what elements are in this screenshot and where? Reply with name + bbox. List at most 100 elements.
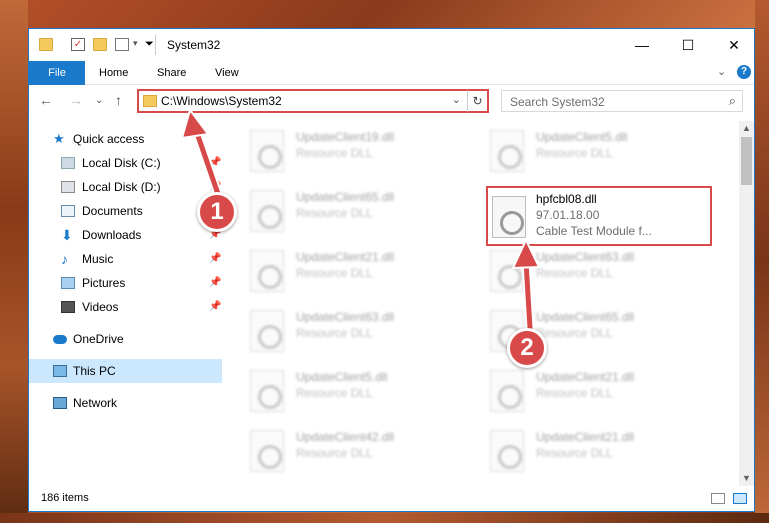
forward-button[interactable]: → — [69, 92, 83, 108]
sidebar-item-label: This PC — [73, 364, 116, 378]
help-icon[interactable]: ? — [737, 65, 751, 79]
properties-icon[interactable]: ✓ — [71, 38, 85, 51]
file-name: UpdateClient65.dll — [536, 310, 635, 324]
address-bar[interactable]: C:\Windows\System32 ⌄ — [137, 89, 489, 113]
sidebar-item-label: Network — [73, 396, 118, 410]
file-name: UpdateClient21.dll — [536, 430, 635, 444]
list-item[interactable]: UpdateClient63.dll Resource DLL — [474, 244, 704, 300]
sidebar-item-quick-access[interactable]: ★ Quick access — [29, 127, 222, 151]
sidebar-item-local-disk-d[interactable]: Local Disk (D:) 📌 — [29, 175, 222, 199]
dll-file-icon — [490, 130, 524, 172]
address-dropdown-icon[interactable]: ⌄ — [452, 93, 461, 106]
address-path[interactable]: C:\Windows\System32 — [161, 94, 282, 108]
drive-icon — [61, 157, 75, 169]
sidebar-item-label: Local Disk (D:) — [82, 180, 161, 194]
window-title: System32 — [167, 38, 221, 52]
search-icon[interactable]: ⌕ — [729, 93, 736, 109]
scroll-thumb[interactable] — [741, 137, 752, 185]
file-description: Cable Test Module f... — [536, 224, 652, 238]
list-item[interactable]: UpdateClient5.dll Resource DLL — [234, 364, 464, 420]
list-item[interactable]: UpdateClient21.dll Resource DLL — [234, 244, 464, 300]
file-type: Resource DLL — [536, 446, 613, 460]
sidebar-item-label: Videos — [82, 300, 119, 314]
scroll-down-button[interactable]: ▼ — [739, 471, 754, 486]
sidebar-item-local-disk-c[interactable]: Local Disk (C:) 📌 — [29, 151, 222, 175]
list-item[interactable]: UpdateClient63.dll Resource DLL — [234, 304, 464, 360]
desktop-background-bottom — [0, 513, 769, 523]
pin-icon: 📌 — [209, 301, 222, 312]
toolbar-more-icon[interactable]: ⏷ — [145, 38, 154, 51]
search-input[interactable]: Search System32 ⌕ — [501, 90, 743, 112]
customize-toolbar-icon[interactable] — [115, 38, 129, 51]
tab-file[interactable]: File — [29, 61, 85, 85]
item-count: 186 items — [41, 492, 89, 504]
sidebar-item-music[interactable]: ♪ Music 📌 — [29, 247, 222, 271]
file-name: hpfcbl08.dll — [536, 192, 597, 206]
file-type: Resource DLL — [536, 266, 613, 280]
dll-file-icon — [490, 370, 524, 412]
tab-view[interactable]: View — [203, 61, 251, 85]
maximize-button[interactable]: ☐ — [665, 29, 711, 61]
toolbar-dropdown-icon[interactable]: ▾ — [133, 38, 138, 49]
file-type: Resource DLL — [536, 386, 613, 400]
drive-icon — [61, 181, 75, 193]
dll-file-icon — [250, 190, 284, 232]
file-type: Resource DLL — [296, 446, 373, 460]
sidebar-item-pictures[interactable]: Pictures 📌 — [29, 271, 222, 295]
network-icon — [53, 397, 67, 409]
tab-share[interactable]: Share — [145, 61, 198, 85]
file-name: UpdateClient5.dll — [536, 130, 628, 144]
title-bar: ✓ ▾ ⏷ System32 — ☐ ✕ — [29, 29, 754, 61]
dll-file-icon — [250, 430, 284, 472]
list-item[interactable]: UpdateClient5.dll Resource DLL — [474, 124, 704, 180]
close-button[interactable]: ✕ — [711, 29, 754, 61]
large-icons-view-icon[interactable] — [733, 493, 747, 504]
download-icon: ⬇ — [61, 227, 73, 243]
tab-home[interactable]: Home — [87, 61, 140, 85]
list-item[interactable]: UpdateClient21.dll Resource DLL — [474, 364, 704, 420]
sidebar-item-label: OneDrive — [73, 332, 124, 346]
dll-file-icon — [250, 370, 284, 412]
documents-icon — [61, 205, 75, 217]
back-button[interactable]: ← — [39, 92, 53, 108]
scroll-up-button[interactable]: ▲ — [739, 121, 754, 136]
sidebar-item-network[interactable]: Network — [29, 391, 222, 415]
minimize-button[interactable]: — — [619, 29, 665, 61]
sidebar-item-documents[interactable]: Documents 📌 — [29, 199, 222, 223]
desktop-background-left — [0, 0, 28, 523]
step-badge-2: 2 — [507, 328, 547, 368]
recent-locations-button[interactable]: ⌄ — [95, 95, 103, 106]
sidebar-item-this-pc[interactable]: This PC — [29, 359, 222, 383]
up-button[interactable]: ↑ — [115, 92, 122, 108]
list-item[interactable]: UpdateClient65.dll Resource DLL — [234, 184, 464, 240]
details-view-icon[interactable] — [711, 493, 725, 504]
vertical-scrollbar[interactable]: ▲ ▼ — [739, 121, 754, 486]
dll-file-icon — [250, 310, 284, 352]
file-name: UpdateClient42.dll — [296, 430, 395, 444]
file-type: Resource DLL — [296, 326, 373, 340]
music-icon: ♪ — [61, 251, 68, 267]
sidebar-item-label: Pictures — [82, 276, 126, 290]
star-icon: ★ — [53, 131, 65, 146]
computer-icon — [53, 365, 67, 377]
file-name: UpdateClient21.dll — [536, 370, 635, 384]
file-name: UpdateClient5.dll — [296, 370, 388, 384]
list-item[interactable]: UpdateClient42.dll Resource DLL — [234, 424, 464, 480]
refresh-button[interactable]: ↻ — [467, 89, 489, 113]
pin-icon: 📌 — [209, 253, 222, 264]
file-name: UpdateClient21.dll — [296, 250, 395, 264]
pin-icon: 📌 — [209, 277, 222, 288]
list-item[interactable]: UpdateClient21.dll Resource DLL — [474, 424, 704, 480]
sidebar-item-videos[interactable]: Videos 📌 — [29, 295, 222, 319]
pin-icon: 📌 — [209, 157, 222, 168]
list-item[interactable]: UpdateClient19.dll Resource DLL — [234, 124, 464, 180]
sidebar-item-onedrive[interactable]: OneDrive — [29, 327, 222, 351]
new-folder-icon[interactable] — [93, 38, 107, 51]
navigation-pane: ★ Quick access Local Disk (C:) 📌 Local D… — [29, 124, 222, 486]
folder-icon — [143, 95, 157, 107]
highlighted-file-item[interactable]: hpfcbl08.dll 97.01.18.00 Cable Test Modu… — [486, 186, 712, 246]
expand-ribbon-icon[interactable]: ⌄ — [717, 65, 726, 78]
sidebar-item-downloads[interactable]: ⬇ Downloads 📌 — [29, 223, 222, 247]
file-name: UpdateClient63.dll — [296, 310, 395, 324]
dll-file-icon — [250, 130, 284, 172]
